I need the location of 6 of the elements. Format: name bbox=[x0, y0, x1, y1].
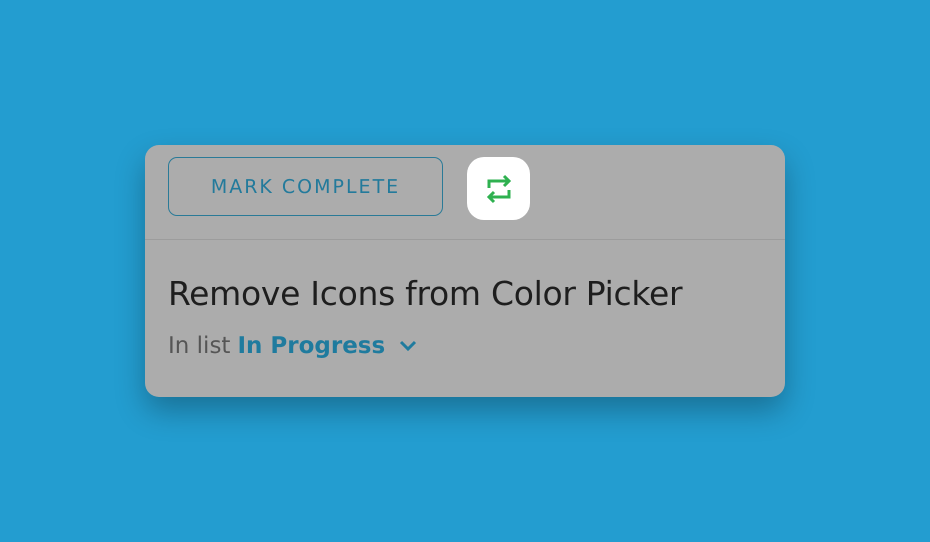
list-dropdown[interactable]: In Progress bbox=[237, 333, 418, 359]
mark-complete-button[interactable]: MARK COMPLETE bbox=[168, 157, 443, 216]
list-label: In list bbox=[168, 333, 230, 359]
repeat-button[interactable] bbox=[467, 157, 530, 220]
chevron-down-icon bbox=[399, 340, 418, 352]
task-title: Remove Icons from Color Picker bbox=[168, 274, 684, 313]
